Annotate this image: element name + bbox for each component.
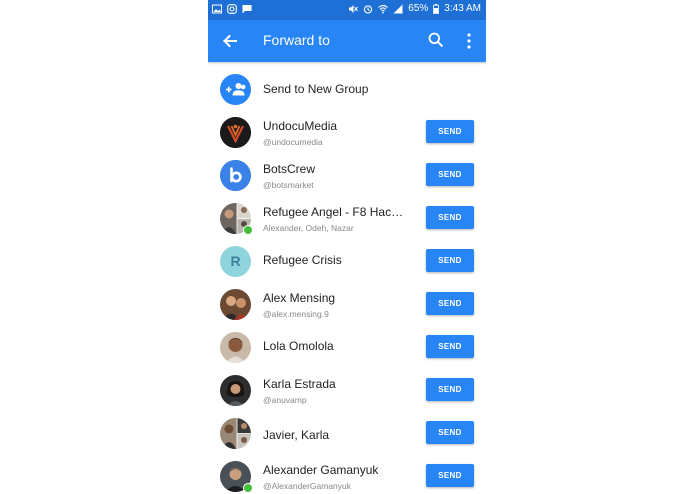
contact-avatar <box>220 375 251 406</box>
contact-name: Refugee Angel - F8 Hackat... <box>263 205 409 219</box>
contact-name: Alex Mensing <box>263 291 336 305</box>
contact-subtitle: @AlexanderGamanyuk <box>263 481 352 491</box>
undocumedia-logo <box>220 117 251 148</box>
more-vert-icon[interactable] <box>462 31 476 51</box>
battery-percent: 65% <box>408 3 429 14</box>
contact-avatar <box>220 117 251 148</box>
online-indicator <box>243 483 253 493</box>
contact-name: Javier, Karla <box>263 428 330 442</box>
new-group-avatar <box>220 74 251 105</box>
send-button[interactable]: SEND <box>426 249 474 272</box>
contact-row: R Refugee Crisis SEND <box>208 240 486 283</box>
status-bar: 65% 3:43 AM <box>208 0 486 20</box>
send-button[interactable]: SEND <box>426 464 474 487</box>
phone-screen: 65% 3:43 AM Forward to Send to New Group… <box>208 0 486 494</box>
avatar-letter: R <box>230 253 241 269</box>
send-button[interactable]: SEND <box>426 378 474 401</box>
contact-row: Alexander Gamanyuk @AlexanderGamanyuk SE… <box>208 455 486 494</box>
send-button[interactable]: SEND <box>426 120 474 143</box>
contact-subtitle: @alex.mensing.9 <box>263 309 329 319</box>
contact-row: Alex Mensing @alex.mensing.9 SEND <box>208 283 486 326</box>
send-button[interactable]: SEND <box>426 421 474 444</box>
group-add-icon <box>226 83 246 96</box>
online-indicator <box>243 225 253 235</box>
contact-name: Karla Estrada <box>263 377 336 391</box>
contact-name: BotsCrew <box>263 162 316 176</box>
contact-row: Javier, Karla SEND <box>208 412 486 455</box>
arrow-back-icon[interactable] <box>220 31 240 51</box>
send-button[interactable]: SEND <box>426 335 474 358</box>
wifi-icon <box>378 4 389 13</box>
contact-name: Refugee Crisis <box>263 253 342 267</box>
botscrew-logo <box>220 160 251 191</box>
contact-row: UndocuMedia @undocumedia SEND <box>208 111 486 154</box>
contact-avatar <box>220 418 251 449</box>
user-photo <box>220 375 251 406</box>
page-title: Forward to <box>263 32 330 48</box>
contact-row: Refugee Angel - F8 Hackat... Alexander, … <box>208 197 486 240</box>
contact-avatar: R <box>220 246 251 277</box>
new-group-label: Send to New Group <box>263 82 369 96</box>
contact-name: Lola Omolola <box>263 339 334 353</box>
contact-row: Lola Omolola SEND <box>208 326 486 369</box>
send-to-new-group-row[interactable]: Send to New Group <box>208 68 486 111</box>
user-photo <box>220 289 251 320</box>
send-button[interactable]: SEND <box>426 292 474 315</box>
contact-avatar <box>220 160 251 191</box>
status-time: 3:43 AM <box>444 3 481 14</box>
battery-icon <box>433 3 440 14</box>
contact-row: Karla Estrada @anuvamp SEND <box>208 369 486 412</box>
send-button[interactable]: SEND <box>426 206 474 229</box>
contact-avatar <box>220 332 251 363</box>
contact-subtitle: @anuvamp <box>263 395 307 405</box>
user-photo <box>220 332 251 363</box>
message-icon <box>242 5 252 14</box>
app-bar: Forward to <box>208 20 486 62</box>
contact-subtitle: Alexander, Odeh, Nazar <box>263 223 354 233</box>
contact-row: BotsCrew @botsmarket SEND <box>208 154 486 197</box>
contact-avatar <box>220 289 251 320</box>
instagram-icon <box>227 4 237 14</box>
mute-icon <box>349 4 359 13</box>
contact-name: UndocuMedia <box>263 119 338 133</box>
status-left-icons <box>212 4 252 14</box>
signal-icon <box>393 4 403 13</box>
gallery-icon <box>212 4 222 14</box>
alarm-icon <box>364 4 373 14</box>
search-icon[interactable] <box>427 31 445 49</box>
send-button[interactable]: SEND <box>426 163 474 186</box>
contact-subtitle: @undocumedia <box>263 137 323 147</box>
status-right-icons: 65% 3:43 AM <box>348 3 481 14</box>
group-photo <box>220 418 251 449</box>
contact-subtitle: @botsmarket <box>263 180 314 190</box>
contact-name: Alexander Gamanyuk <box>263 463 379 477</box>
